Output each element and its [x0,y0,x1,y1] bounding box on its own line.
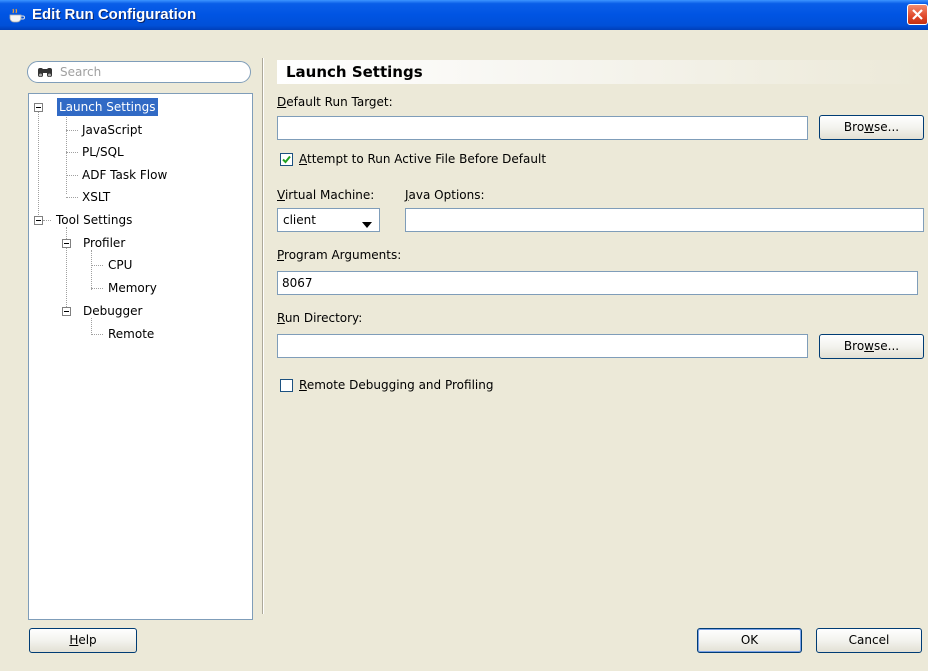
ok-button[interactable]: OK [697,628,802,653]
settings-tree[interactable]: Launch Settings JavaScript PL/SQL ADF Ta… [28,93,253,620]
default-run-target-label: Default Run Target: [277,95,393,109]
title-bar[interactable]: Edit Run Configuration [0,0,928,30]
tree-item-label: ADF Task Flow [82,168,168,182]
tree-item-label: Memory [108,281,157,295]
tree-item-label: Profiler [83,236,126,250]
virtual-machine-value: client [283,213,316,227]
window-title: Edit Run Configuration [32,6,197,23]
tree-item-tool-settings[interactable]: Tool Settings [54,211,134,229]
tree-connector [91,250,93,290]
tree-item-profiler[interactable]: Profiler [81,234,127,252]
coffee-cup-icon [8,6,26,24]
program-arguments-label: Program Arguments: [277,248,402,262]
tree-item-launch-settings[interactable]: Launch Settings [57,98,158,116]
panel-divider[interactable] [262,58,264,614]
tree-connector [91,318,93,335]
browse-button[interactable]: Browse... [819,334,924,359]
tree-item-label: PL/SQL [82,145,124,159]
run-directory-label: Run Directory: [277,311,363,325]
run-directory-field[interactable] [277,334,808,358]
tree-connector [43,220,51,222]
attempt-active-file-checkbox[interactable] [280,153,293,166]
tree-connector [66,175,78,177]
dropdown-arrow-icon [362,217,372,231]
virtual-machine-select[interactable]: client [277,208,380,232]
tree-item-label: Launch Settings [57,98,158,116]
remote-debugging-checkbox[interactable] [280,379,293,392]
java-options-field[interactable] [405,208,924,232]
tree-item-label: Remote [108,327,155,341]
section-header: Launch Settings [277,60,922,84]
default-run-target-field[interactable] [277,116,808,140]
tree-connector [91,334,103,336]
collapse-icon[interactable] [34,216,43,225]
search-box[interactable] [27,61,251,83]
tree-item-label: XSLT [82,190,111,204]
tree-item-label: CPU [108,258,133,272]
tree-connector [66,130,78,132]
checkmark-icon [282,155,291,164]
collapse-icon[interactable] [34,103,43,112]
browse-button[interactable]: Browse... [819,115,924,140]
help-button[interactable]: Help [29,628,137,653]
tree-item-adf-task-flow[interactable]: ADF Task Flow [80,166,169,184]
remote-debugging-label[interactable]: Remote Debugging and Profiling [299,378,493,392]
collapse-icon[interactable] [62,239,71,248]
page-title: Launch Settings [286,63,423,81]
tree-item-xslt[interactable]: XSLT [80,188,112,206]
tree-connector [38,108,40,223]
tree-item-label: Debugger [83,304,143,318]
navigation-panel: Launch Settings JavaScript PL/SQL ADF Ta… [22,55,254,620]
binoculars-icon[interactable] [37,65,53,82]
tree-item-memory[interactable]: Memory [106,279,159,297]
cancel-button[interactable]: Cancel [816,628,922,653]
collapse-icon[interactable] [62,307,71,316]
java-options-label: Java Options: [405,188,485,202]
tree-connector [66,197,78,199]
tree-connector [91,288,103,290]
tree-item-plsql[interactable]: PL/SQL [80,143,126,161]
tree-item-cpu[interactable]: CPU [106,256,134,274]
tree-connector [91,265,103,267]
virtual-machine-label: Virtual Machine: [277,188,375,202]
search-input[interactable] [60,64,240,80]
tree-item-javascript[interactable]: JavaScript [80,121,144,139]
close-icon [912,9,923,20]
tree-connector [66,152,78,154]
program-arguments-field[interactable]: 8067 [277,271,918,295]
tree-item-remote[interactable]: Remote [106,325,156,343]
tree-item-label: JavaScript [82,123,143,137]
edit-run-configuration-dialog: Edit Run Configuration Search Launch Set… [0,0,928,671]
tree-item-label: Tool Settings [56,213,133,227]
attempt-active-file-label[interactable]: Attempt to Run Active File Before Defaul… [299,152,546,166]
close-button[interactable] [907,4,928,25]
tree-item-debugger[interactable]: Debugger [81,302,144,320]
